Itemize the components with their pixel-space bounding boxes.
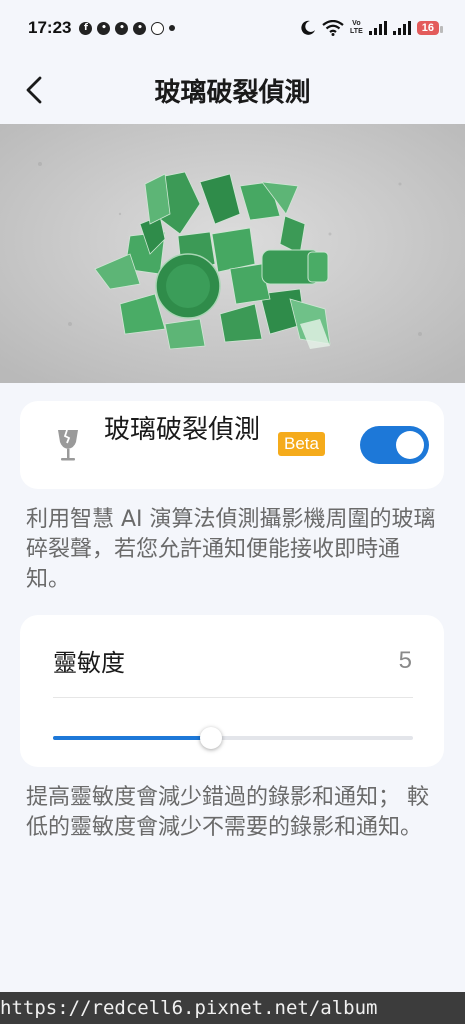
facebook-icon: f — [79, 21, 93, 35]
slider-thumb[interactable] — [200, 727, 223, 749]
chat-icon: • — [115, 21, 129, 35]
glass-break-toggle[interactable] — [360, 426, 429, 464]
sensitivity-label: 靈敏度 — [53, 649, 125, 677]
app-header: 玻璃破裂偵測 — [0, 56, 465, 124]
broken-glass-illustration — [0, 124, 465, 383]
person-icon: • — [97, 21, 111, 35]
sensitivity-description: 提高靈敏度會減少錯過的錄影和通知； 較低的靈敏度會減少不需要的錄影和通知。 — [26, 785, 429, 840]
more-notifications-dot-icon — [169, 25, 176, 31]
watermark: https://redcell6.pixnet.net/album — [0, 992, 465, 1024]
do-not-disturb-moon-icon — [301, 20, 316, 35]
feature-description: 利用智慧 AI 演算法偵測攝影機周圍的玻璃碎裂聲，若您允許通知便能接收即時通知。 — [26, 507, 436, 592]
signal-2-icon — [392, 21, 411, 35]
messenger-outline-icon — [151, 21, 165, 35]
toggle-knob — [396, 431, 424, 459]
system-icons: Vo LTE 16 — [300, 20, 444, 36]
feature-title: 玻璃破裂偵測 — [104, 415, 261, 445]
status-bar: 17:23 f • • • Vo LTE 16 — [0, 0, 465, 56]
volte-label: Vo — [352, 20, 361, 27]
page-title: 玻璃破裂偵測 — [154, 78, 311, 108]
notification-icons: f • • • — [79, 21, 176, 35]
broken-glass-photo — [0, 124, 465, 383]
sensitivity-card: 靈敏度 5 — [20, 615, 444, 767]
messenger-icon: • — [133, 21, 147, 35]
volte-indicator: Vo LTE — [350, 20, 363, 36]
signal-1-icon — [368, 21, 387, 35]
sensitivity-value: 5 — [398, 647, 412, 674]
wifi-icon — [322, 20, 344, 36]
beta-badge: Beta — [278, 432, 325, 456]
battery-indicator: 16 — [416, 21, 444, 35]
glass-break-toggle-card: 玻璃破裂偵測 Beta — [20, 401, 444, 489]
clock: 17:23 — [28, 18, 72, 37]
broken-glass-icon — [58, 429, 78, 461]
lte-label: LTE — [350, 28, 363, 35]
slider-fill — [53, 736, 212, 740]
divider — [53, 697, 413, 698]
sensitivity-slider[interactable] — [53, 727, 413, 749]
